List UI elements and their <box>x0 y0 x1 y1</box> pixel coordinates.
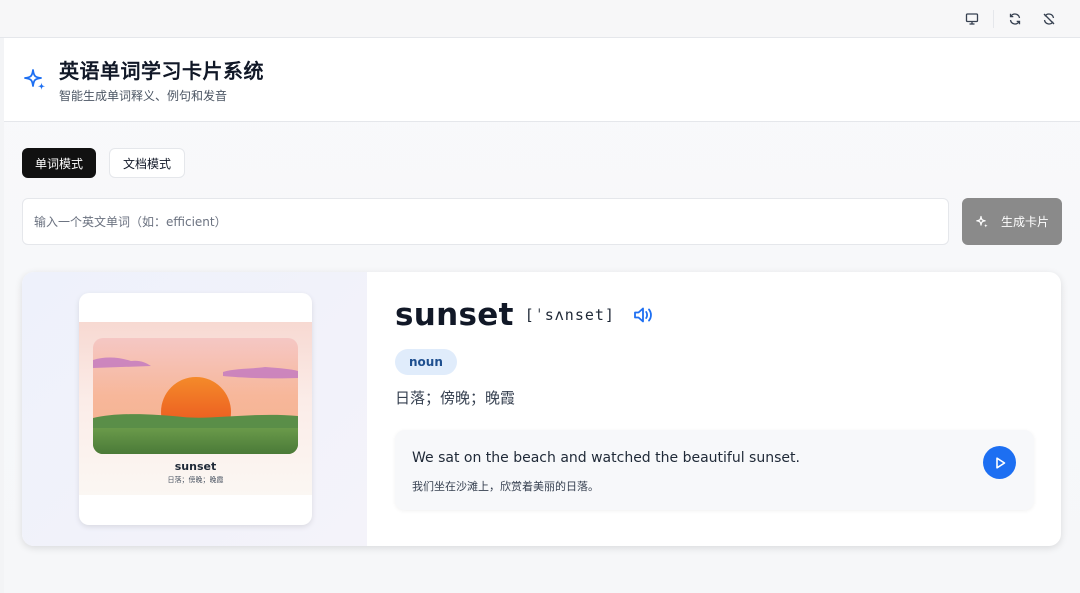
generate-card-label: 生成卡片 <box>1000 215 1049 229</box>
refresh-icon <box>1009 12 1021 25</box>
example-sentence-box: We sat on the beach and watched the beau… <box>395 430 1034 510</box>
generate-card-button[interactable]: 生成卡片 <box>962 198 1062 245</box>
app-title: 英语单词学习卡片系统 <box>59 59 264 83</box>
word-meaning: 日落；傍晚；晚霞 <box>395 389 516 407</box>
example-chinese: 我们坐在沙滩上，欣赏着美丽的日落。 <box>412 480 599 493</box>
word-heading: sunset [ˈsʌnset] <box>395 297 654 333</box>
search-row: 生成卡片 <box>22 198 1062 245</box>
phonetic-text: [ˈsʌnset] <box>524 306 615 324</box>
monitor-button[interactable] <box>955 5 989 33</box>
sunset-scene-image <box>93 338 298 454</box>
play-icon <box>995 456 1005 469</box>
sync-off-button[interactable] <box>1032 5 1066 33</box>
speaker-icon[interactable] <box>632 304 654 326</box>
mode-tabs: 单词模式 文档模式 <box>22 148 186 178</box>
thumbnail-meaning: 日落；傍晚；晚霞 <box>167 476 224 484</box>
thumbnail-content: sunset 日落；傍晚；晚霞 <box>79 322 312 495</box>
tab-document-mode[interactable]: 文档模式 <box>109 148 186 178</box>
part-of-speech-badge: noun <box>395 349 457 375</box>
card-thumbnail: sunset 日落；傍晚；晚霞 <box>79 293 312 525</box>
word-text: sunset <box>395 297 514 333</box>
refresh-button[interactable] <box>998 5 1032 33</box>
word-card: sunset 日落；傍晚；晚霞 sunset [ˈsʌnset] noun 日落… <box>22 272 1061 546</box>
header-text: 英语单词学习卡片系统 智能生成单词释义、例句和发音 <box>59 55 264 104</box>
sparkles-icon <box>976 215 988 228</box>
word-input[interactable] <box>22 198 949 245</box>
sparkles-icon <box>24 68 46 90</box>
app-header: 英语单词学习卡片系统 智能生成单词释义、例句和发音 <box>4 38 1080 122</box>
toolbar-divider <box>993 9 994 28</box>
app-container: 英语单词学习卡片系统 智能生成单词释义、例句和发音 单词模式 文档模式 生成卡片 <box>4 38 1080 593</box>
sunset-illustration <box>93 338 298 454</box>
window-toolbar <box>0 0 1080 38</box>
example-english: We sat on the beach and watched the beau… <box>412 450 800 466</box>
card-image-panel: sunset 日落；傍晚；晚霞 <box>22 272 367 546</box>
monitor-icon <box>965 12 979 25</box>
app-subtitle: 智能生成单词释义、例句和发音 <box>59 89 228 103</box>
play-example-button[interactable] <box>983 446 1016 479</box>
sync-off-icon <box>1043 12 1055 25</box>
tab-word-mode[interactable]: 单词模式 <box>22 148 97 178</box>
thumbnail-word: sunset <box>174 460 217 473</box>
